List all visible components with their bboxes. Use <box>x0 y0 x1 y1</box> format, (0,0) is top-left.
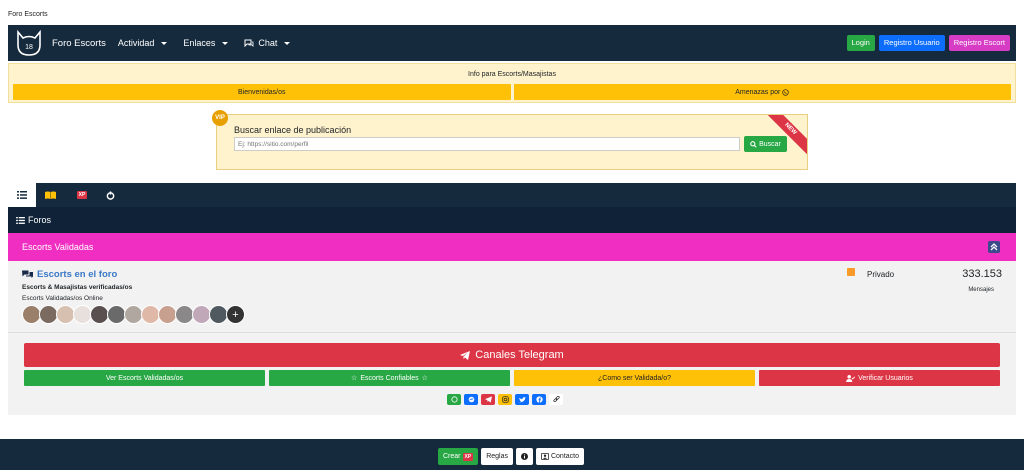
whatsapp-icon <box>782 88 789 96</box>
nav-enlaces-label: Enlaces <box>183 38 216 48</box>
content-spacer <box>8 415 1016 439</box>
forums-header-label: Foros <box>28 215 52 225</box>
category-header: Escorts Validadas <box>8 233 1016 261</box>
star-icon: ☆ <box>421 375 428 382</box>
login-button[interactable]: Login <box>846 35 875 51</box>
whatsapp-share-icon[interactable] <box>447 394 461 405</box>
forum-row: Escorts en el foro Escorts & Masajistas … <box>8 261 1016 333</box>
welcome-button[interactable]: Bienvenidas/os <box>13 84 511 100</box>
navbar: 18 Foro Escorts Actividad Enlaces Chat L… <box>8 25 1016 61</box>
xp-tab-label: XP <box>76 191 88 199</box>
verify-label: Verificar Usuarios <box>858 374 913 382</box>
chevron-down-icon <box>222 41 229 45</box>
rules-button[interactable]: Reglas <box>481 448 513 465</box>
footer-bar: Crear XP Reglas Contacto <box>0 439 1024 470</box>
info-panel: Info para Escorts/Masajistas Bienvenidas… <box>8 63 1016 103</box>
comments-icon <box>22 270 33 278</box>
nav-actividad-label: Actividad <box>117 38 155 48</box>
trusted-label: Escorts Confiables <box>360 374 419 382</box>
list-icon <box>16 216 25 224</box>
telegram-icon <box>460 350 471 360</box>
link-share-icon[interactable] <box>549 394 563 405</box>
create-button[interactable]: Crear XP <box>438 448 479 465</box>
brand-name[interactable]: Foro Escorts <box>52 38 106 49</box>
page-caption: Foro Escorts <box>8 11 48 18</box>
share-buttons <box>447 394 563 405</box>
forums-header: Foros <box>8 207 1016 233</box>
instagram-share-icon[interactable] <box>498 394 512 405</box>
action-buttons: Ver Escorts Validadas/os ☆ Escorts Confi… <box>24 370 1000 386</box>
tab-power[interactable] <box>96 183 124 207</box>
info-icon <box>520 453 528 460</box>
vip-badge: VIP <box>212 110 228 126</box>
twitter-share-icon[interactable] <box>515 394 529 405</box>
message-count: 333.153 <box>962 268 1002 280</box>
verify-users-button[interactable]: Verificar Usuarios <box>759 370 1000 386</box>
telegram-channels-button[interactable]: Canales Telegram <box>24 343 1000 367</box>
tab-list[interactable] <box>8 183 36 207</box>
nav-chat[interactable]: Chat <box>244 38 291 48</box>
create-label: Crear <box>443 453 461 460</box>
chevron-down-icon <box>161 41 168 45</box>
rss-icon[interactable] <box>847 268 855 276</box>
site-logo[interactable]: 18 <box>14 28 44 58</box>
actions-panel: Canales Telegram Ver Escorts Validadas/o… <box>8 333 1016 415</box>
facebook-share-icon[interactable] <box>532 394 546 405</box>
chevron-down-icon <box>284 41 291 45</box>
contact-label: Contacto <box>550 453 580 460</box>
register-user-button[interactable]: Registro Usuario <box>878 35 945 51</box>
how-to-validate-button[interactable]: ¿Como ser Validada/o? <box>514 370 755 386</box>
trusted-escorts-button[interactable]: ☆ Escorts Confiables ☆ <box>269 370 510 386</box>
more-avatars-button[interactable]: + <box>226 305 245 324</box>
forum-title-link[interactable]: Escorts en el foro <box>22 269 117 280</box>
list-icon <box>17 191 27 199</box>
tab-book[interactable] <box>36 183 64 207</box>
search-panel: Buscar enlace de publicación Buscar NEW <box>216 114 808 170</box>
nav-actividad[interactable]: Actividad <box>118 38 168 48</box>
search-input[interactable] <box>234 137 740 151</box>
cat-logo-icon: 18 <box>17 29 41 56</box>
tab-xp[interactable]: XP <box>68 183 96 207</box>
nav-menu: Actividad Enlaces Chat <box>118 38 307 48</box>
validated-escorts-button[interactable]: Ver Escorts Validadas/os <box>24 370 265 386</box>
logo-label: 18 <box>25 44 33 51</box>
star-icon: ☆ <box>351 375 358 382</box>
tab-bar: XP <box>8 183 1016 207</box>
info-buttons: Bienvenidas/os Amenazas por <box>9 84 1015 100</box>
messenger-share-icon[interactable] <box>464 394 478 405</box>
book-icon <box>44 191 56 199</box>
contact-icon <box>541 453 549 460</box>
contact-button[interactable]: Contacto <box>535 448 585 465</box>
search-title: Buscar enlace de publicación <box>234 125 352 135</box>
auth-buttons: Login Registro Usuario Registro Escort <box>846 35 1010 51</box>
search-button-label: Buscar <box>759 140 781 148</box>
threats-button[interactable]: Amenazas por <box>513 84 1011 100</box>
online-label: Escorts Validadas/os Online <box>22 295 103 302</box>
footer-buttons: Crear XP Reglas Contacto <box>438 448 585 465</box>
telegram-label: Canales Telegram <box>475 349 564 361</box>
privacy-label: Privado <box>867 270 895 279</box>
forum-description: Escorts & Masajistas verificadas/os <box>22 284 133 291</box>
page: Foro Escorts 18 Foro Escorts Actividad E… <box>0 0 1024 470</box>
double-chevron-up-icon <box>990 243 998 251</box>
forum-title: Escorts en el foro <box>37 269 118 280</box>
xp-badge: XP <box>462 452 474 461</box>
nav-enlaces[interactable]: Enlaces <box>183 38 229 48</box>
nav-chat-label: Chat <box>258 38 278 48</box>
register-escort-button[interactable]: Registro Escort <box>948 35 1010 51</box>
message-count-label: Mensajes <box>968 287 994 293</box>
search-icon <box>750 140 757 148</box>
info-title: Info para Escorts/Masajistas <box>468 71 556 78</box>
category-title[interactable]: Escorts Validadas <box>22 242 93 252</box>
user-check-icon <box>846 374 856 382</box>
collapse-button[interactable] <box>988 241 1000 253</box>
online-avatars: + <box>22 305 245 324</box>
threats-label: Amenazas por <box>735 88 781 96</box>
chat-icon <box>244 39 254 47</box>
info-button[interactable] <box>515 448 533 465</box>
telegram-share-icon[interactable] <box>481 394 495 405</box>
power-icon <box>106 190 114 200</box>
search-button[interactable]: Buscar <box>744 136 787 152</box>
